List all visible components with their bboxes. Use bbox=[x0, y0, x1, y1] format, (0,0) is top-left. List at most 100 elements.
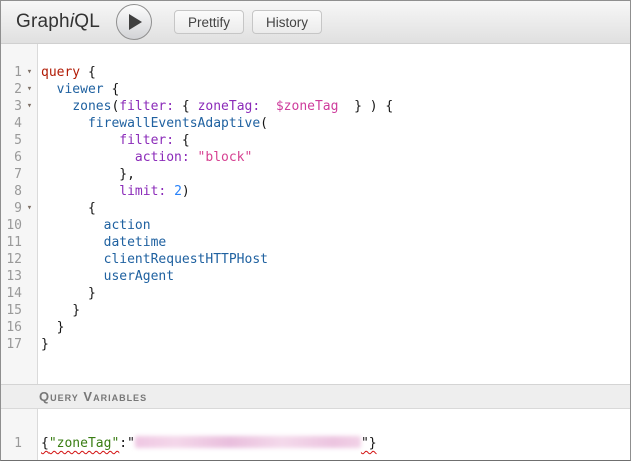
code-line[interactable]: 16 } bbox=[1, 319, 630, 336]
line-number: 17 bbox=[1, 336, 22, 353]
token-pun bbox=[41, 269, 104, 284]
fold-spacer bbox=[22, 268, 37, 285]
code-line[interactable]: 10 action bbox=[1, 217, 630, 234]
line-number: 3 bbox=[1, 98, 22, 115]
code-line[interactable]: 11 datetime bbox=[1, 234, 630, 251]
fold-spacer bbox=[22, 217, 37, 234]
token-attr: action: bbox=[135, 150, 190, 165]
code-text: filter: { bbox=[37, 132, 190, 149]
prettify-button[interactable]: Prettify bbox=[174, 10, 244, 34]
token-prop: action bbox=[104, 218, 151, 233]
line-number: 10 bbox=[1, 217, 22, 234]
code-line[interactable]: 15 } bbox=[1, 302, 630, 319]
code-line[interactable]: 8 limit: 2) bbox=[1, 183, 630, 200]
toolbar: GraphiQL Prettify History bbox=[1, 1, 630, 44]
code-line[interactable]: 13 userAgent bbox=[1, 268, 630, 285]
query-variables-header[interactable]: Query Variables bbox=[1, 384, 630, 409]
token-pun: { bbox=[174, 133, 190, 148]
fold-arrow-icon[interactable]: ▾ bbox=[22, 98, 37, 115]
code-line[interactable]: 7 }, bbox=[1, 166, 630, 183]
code-line[interactable]: 5 filter: { bbox=[1, 132, 630, 149]
token-pun bbox=[41, 133, 119, 148]
token-var: $zoneTag bbox=[276, 99, 339, 114]
token-pun: } bbox=[41, 303, 80, 318]
code-line[interactable]: 17} bbox=[1, 336, 630, 353]
token-prop: datetime bbox=[104, 235, 167, 250]
fold-spacer bbox=[22, 251, 37, 268]
variables-lines: 1{"zoneTag":""} bbox=[1, 409, 630, 452]
code-text: { bbox=[37, 200, 96, 217]
token-prop: userAgent bbox=[104, 269, 174, 284]
token-pun: " bbox=[127, 436, 135, 451]
fold-arrow-icon[interactable]: ▾ bbox=[22, 81, 37, 98]
query-variables-editor[interactable]: 1{"zoneTag":""} bbox=[1, 409, 630, 460]
fold-spacer bbox=[22, 302, 37, 319]
code-lines: 1▾query {2▾ viewer {3▾ zones(filter: { z… bbox=[1, 44, 630, 353]
token-pun: "} bbox=[361, 436, 377, 451]
token-prop: firewallEventsAdaptive bbox=[88, 116, 260, 131]
token-key: "zoneTag" bbox=[49, 436, 119, 451]
code-text: } bbox=[37, 319, 64, 336]
code-text: query { bbox=[37, 64, 96, 81]
play-icon bbox=[129, 14, 142, 30]
code-text: } bbox=[37, 336, 49, 353]
fold-spacer bbox=[22, 166, 37, 183]
token-pun: { bbox=[41, 201, 96, 216]
line-number: 4 bbox=[1, 115, 22, 132]
token-pun bbox=[41, 82, 57, 97]
code-text: viewer { bbox=[37, 81, 119, 98]
variables-line[interactable]: 1{"zoneTag":""} bbox=[1, 435, 630, 452]
token-pun: { bbox=[174, 99, 197, 114]
code-text: userAgent bbox=[37, 268, 174, 285]
code-text: } bbox=[37, 285, 96, 302]
code-line[interactable]: 12 clientRequestHTTPHost bbox=[1, 251, 630, 268]
fold-spacer bbox=[22, 115, 37, 132]
line-number: 13 bbox=[1, 268, 22, 285]
fold-spacer bbox=[22, 336, 37, 353]
code-line[interactable]: 4 firewallEventsAdaptive( bbox=[1, 115, 630, 132]
token-pun bbox=[41, 116, 88, 131]
graphiql-window: GraphiQL Prettify History 1▾query {2▾ vi… bbox=[0, 0, 631, 461]
code-text: } bbox=[37, 302, 80, 319]
code-line[interactable]: 1▾query { bbox=[1, 64, 630, 81]
execute-query-button[interactable] bbox=[116, 4, 152, 40]
code-text: datetime bbox=[37, 234, 166, 251]
history-button[interactable]: History bbox=[252, 10, 322, 34]
token-pun: ) bbox=[182, 184, 190, 199]
code-text: action bbox=[37, 217, 151, 234]
code-line[interactable]: 6 action: "block" bbox=[1, 149, 630, 166]
logo-text-ql: QL bbox=[74, 11, 100, 32]
redacted-value bbox=[135, 436, 361, 448]
token-pun bbox=[41, 99, 72, 114]
token-attr: limit: bbox=[119, 184, 166, 199]
line-number: 12 bbox=[1, 251, 22, 268]
code-text: action: "block" bbox=[37, 149, 252, 166]
code-text: zones(filter: { zoneTag: $zoneTag } ) { bbox=[37, 98, 393, 115]
fold-arrow-icon[interactable]: ▾ bbox=[22, 200, 37, 217]
fold-spacer bbox=[22, 285, 37, 302]
code-line[interactable]: 3▾ zones(filter: { zoneTag: $zoneTag } )… bbox=[1, 98, 630, 115]
token-pun bbox=[41, 150, 135, 165]
variables-json: {"zoneTag":""} bbox=[37, 435, 377, 452]
query-editor[interactable]: 1▾query {2▾ viewer {3▾ zones(filter: { z… bbox=[1, 44, 630, 384]
fold-arrow-icon[interactable]: ▾ bbox=[22, 64, 37, 81]
fold-spacer bbox=[22, 132, 37, 149]
line-number: 8 bbox=[1, 183, 22, 200]
token-pun: } bbox=[41, 286, 96, 301]
code-line[interactable]: 14 } bbox=[1, 285, 630, 302]
token-pun: } bbox=[41, 320, 64, 335]
token-pun: { bbox=[41, 436, 49, 451]
line-number: 9 bbox=[1, 200, 22, 217]
code-line[interactable]: 2▾ viewer { bbox=[1, 81, 630, 98]
code-line[interactable]: 9▾ { bbox=[1, 200, 630, 217]
line-number: 11 bbox=[1, 234, 22, 251]
line-number: 15 bbox=[1, 302, 22, 319]
token-pun bbox=[41, 184, 119, 199]
logo-text-graph: Graph bbox=[16, 11, 70, 32]
token-pun bbox=[41, 235, 104, 250]
code-text: clientRequestHTTPHost bbox=[37, 251, 268, 268]
token-pun: }, bbox=[41, 167, 135, 182]
token-attr: zoneTag: bbox=[198, 99, 261, 114]
code-text: limit: 2) bbox=[37, 183, 190, 200]
code-text: }, bbox=[37, 166, 135, 183]
